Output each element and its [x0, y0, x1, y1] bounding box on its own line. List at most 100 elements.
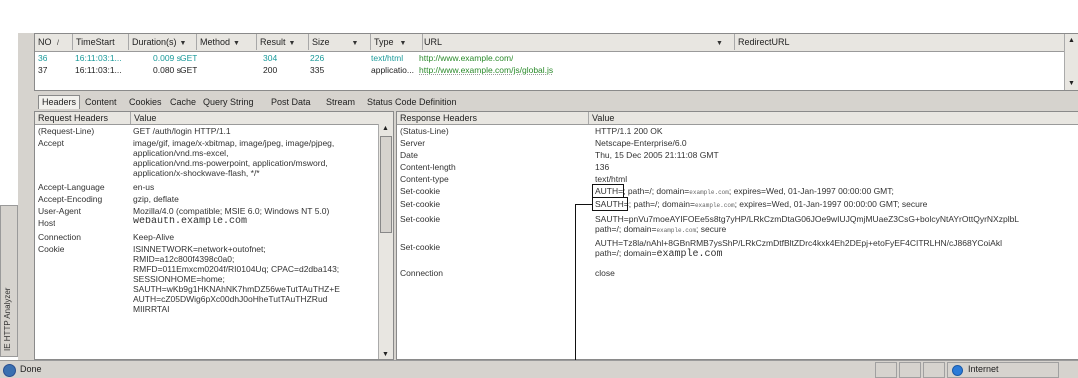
cell-result: 304 — [263, 53, 278, 63]
col-method[interactable]: Method ▼ — [197, 34, 257, 50]
cell-size: 226 — [310, 53, 325, 63]
resp-key: Content-type — [400, 174, 449, 184]
req-key: Host — [38, 218, 56, 228]
tab-content[interactable]: Content — [82, 96, 120, 109]
request-headers-panel: Request Headers Value (Request-Line) GET… — [34, 111, 394, 360]
annotation-leader — [575, 204, 576, 377]
arrow-up-icon[interactable]: ▲ — [1068, 37, 1075, 44]
resp-value-cont: path=/; domain=example.com — [595, 248, 723, 260]
req-key: Connection — [38, 232, 82, 242]
chevron-down-icon[interactable]: ▼ — [289, 40, 296, 47]
req-value: webauth.example.com — [133, 217, 248, 227]
zone-pane: Internet — [947, 362, 1059, 378]
col-redirecturl[interactable]: RedirectURL — [735, 34, 858, 50]
resp-key: Content-length — [400, 162, 456, 172]
req-value: ISINNETWORK=network+outofnet; RMID=a12c8… — [133, 244, 340, 314]
col-size[interactable]: Size ▼ — [309, 34, 371, 50]
session-row[interactable]: 37 16:11:03:1... 0.080 s GET 200 335 app… — [35, 64, 1065, 76]
req-key: Accept — [38, 138, 64, 148]
globe-icon — [952, 365, 963, 376]
zone-text: Internet — [968, 364, 999, 374]
chevron-down-icon[interactable]: ▼ — [400, 40, 407, 47]
resp-value: text/html — [595, 174, 628, 184]
ie-page-icon — [3, 364, 16, 377]
col-timestart[interactable]: TimeStart — [73, 34, 129, 50]
req-key: Accept-Encoding — [38, 194, 103, 204]
cell-method: GET — [180, 65, 198, 75]
session-list-scrollbar[interactable]: ▲ ▼ — [1064, 34, 1078, 90]
cell-time: 16:11:03:1... — [75, 53, 122, 63]
arrow-down-icon[interactable]: ▼ — [382, 351, 389, 358]
cell-duration: 0.009 s — [153, 53, 181, 63]
resp-key: Set-cookie — [400, 199, 441, 209]
tab-cookies[interactable]: Cookies — [126, 96, 165, 109]
col-url[interactable]: URL ▼ — [421, 34, 735, 50]
tab-cache[interactable]: Cache — [167, 96, 199, 109]
cell-method: GET — [180, 53, 198, 63]
chevron-down-icon[interactable]: ▼ — [180, 40, 187, 47]
scroll-thumb[interactable] — [380, 136, 392, 233]
tab-post-data[interactable]: Post Data — [268, 96, 314, 109]
col-no[interactable]: NO / — [35, 34, 73, 50]
status-text: Done — [20, 364, 42, 374]
col-request-headers[interactable]: Request Headers — [35, 112, 131, 124]
resp-value: close — [595, 268, 615, 278]
resp-value: AUTH=; path=/; domain=example.com; expir… — [595, 186, 894, 196]
arrow-up-icon[interactable]: ▲ — [382, 125, 389, 132]
session-row[interactable]: 36 16:11:03:1... 0.009 s GET 304 226 tex… — [35, 52, 1065, 64]
arrow-down-icon[interactable]: ▼ — [1068, 80, 1075, 87]
req-key: User-Agent — [38, 206, 81, 216]
req-key: Accept-Language — [38, 182, 105, 192]
side-tab-http-analyzer[interactable]: IE HTTP Analyzer — [0, 205, 18, 357]
resp-key: Date — [400, 150, 418, 160]
col-result[interactable]: Result ▼ — [257, 34, 309, 50]
chevron-down-icon[interactable]: ▼ — [233, 40, 240, 47]
side-tab-label: IE HTTP Analyzer — [3, 287, 12, 351]
cell-no: 36 — [38, 53, 48, 63]
req-value: en-us — [133, 182, 155, 192]
cell-duration: 0.080 s — [153, 65, 181, 75]
req-value: GET /auth/login HTTP/1.1 — [133, 126, 231, 136]
resp-value: AUTH=Tz8la/nAhl+8GBnRMB7ysShP/LRkCzmDtfB… — [595, 238, 1002, 248]
session-list-header: NO / TimeStart Duration(s) ▼ Method ▼ Resu… — [35, 34, 1078, 52]
detail-tabs: Headers Content Cookies Cache Query Stri… — [34, 95, 734, 110]
col-value[interactable]: Value — [131, 112, 378, 124]
cell-result: 200 — [263, 65, 278, 75]
resp-key: Server — [400, 138, 426, 148]
cell-size: 335 — [310, 65, 325, 75]
tab-status-code-definition[interactable]: Status Code Definition — [364, 96, 460, 109]
response-headers-panel: Response Headers Value (Status-Line) HTT… — [396, 111, 1078, 360]
tab-stream[interactable]: Stream — [323, 96, 358, 109]
highlight-box-auth — [592, 184, 624, 198]
resp-key: Set-cookie — [400, 242, 441, 252]
col-value[interactable]: Value — [589, 112, 1072, 124]
status-pane — [875, 362, 897, 378]
resp-key: (Status-Line) — [400, 126, 449, 136]
resp-value: HTTP/1.1 200 OK — [595, 126, 663, 136]
request-scrollbar[interactable]: ▲ ▼ — [378, 124, 393, 359]
resp-value: SAUTH=pnVu7moeAYIFOEe5s8tg7yHP/LRkCzmDta… — [595, 214, 1020, 224]
resp-key: Set-cookie — [400, 186, 441, 196]
req-value: gzip, deflate — [133, 194, 179, 204]
response-headers-header: Response Headers Value — [397, 112, 1078, 125]
request-headers-header: Request Headers Value — [35, 112, 393, 125]
col-duration[interactable]: Duration(s) ▼ — [129, 34, 197, 50]
tab-query-string[interactable]: Query String — [200, 96, 257, 109]
col-response-headers[interactable]: Response Headers — [397, 112, 589, 124]
cell-type: text/html — [371, 53, 404, 63]
cell-url[interactable]: http://www.example.com/js/global.js — [419, 64, 553, 76]
cell-url[interactable]: http://www.example.com/ — [419, 52, 513, 64]
req-key: Cookie — [38, 244, 65, 254]
status-bar: Done Internet — [0, 360, 1078, 378]
chevron-down-icon[interactable]: ▼ — [352, 40, 359, 47]
req-value: Mozilla/4.0 (compatible; MSIE 6.0; Windo… — [133, 206, 330, 216]
resp-value: Netscape-Enterprise/6.0 — [595, 138, 687, 148]
cell-no: 37 — [38, 65, 48, 75]
resp-value-cont: path=/; domain=example.com; secure — [595, 224, 727, 234]
chevron-down-icon[interactable]: ▼ — [716, 40, 723, 47]
annotation-leader — [575, 204, 592, 205]
req-value: image/gif, image/x-xbitmap, image/jpeg, … — [133, 138, 335, 178]
tab-headers[interactable]: Headers — [38, 95, 81, 109]
col-type[interactable]: Type ▼ — [371, 34, 423, 50]
cell-time: 16:11:03:1... — [75, 65, 122, 75]
